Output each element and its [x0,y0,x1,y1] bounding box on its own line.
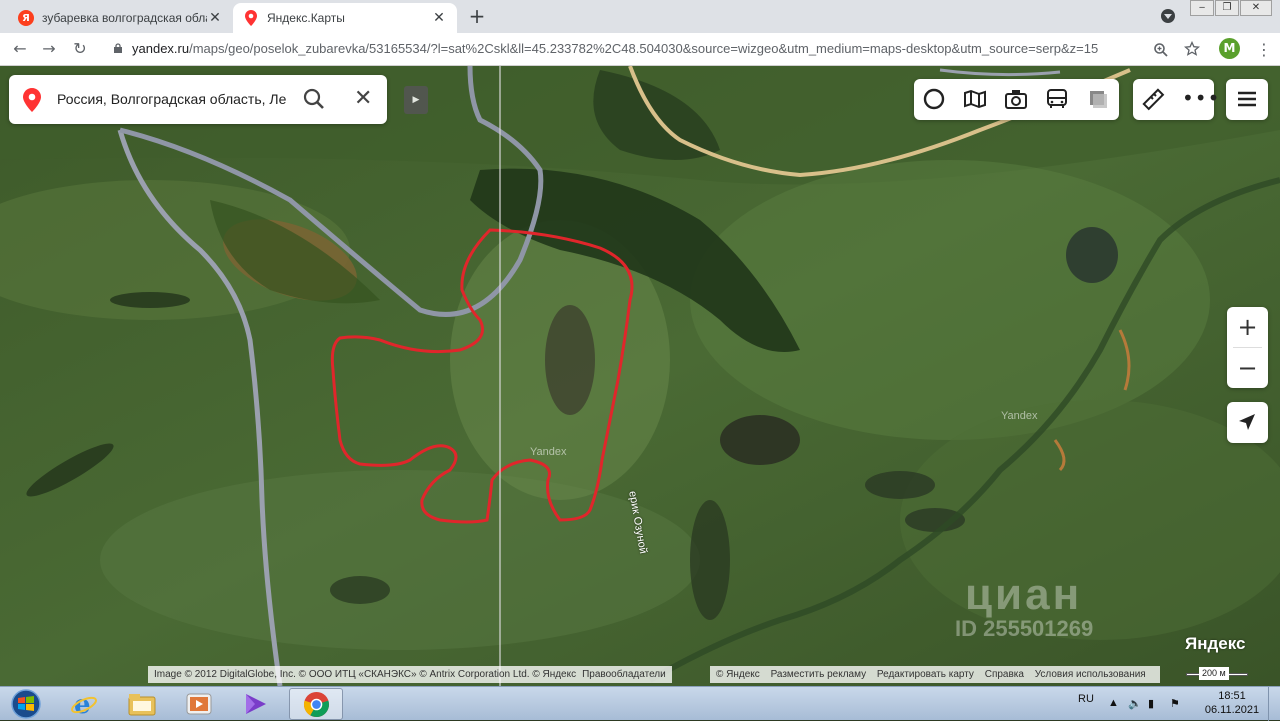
taskbar-chrome[interactable] [289,688,343,720]
windows-taskbar: e RU ▲ 🔈 ▮ ⚑ 18:51 06.11.2021 [0,686,1280,721]
map-layer-circle-icon[interactable] [922,87,946,111]
search-input[interactable]: Россия, Волгоградская область, Ле [57,91,289,107]
main-menu[interactable] [1226,79,1268,120]
more-icon[interactable]: ••• [1182,86,1220,110]
clear-search-icon[interactable]: ✕ [354,87,372,111]
tab-title: зубаревка волгоградская облас [42,11,207,25]
forward-icon[interactable]: → [38,38,60,60]
volume-icon[interactable]: 🔈 [1128,697,1142,710]
taskbar-ie[interactable]: e [57,688,111,720]
window-controls: ‒ ❐ ✕ [1189,0,1272,18]
chrome-icon [303,691,330,718]
reload-icon[interactable]: ↻ [69,38,91,60]
address-bar[interactable]: yandex.ru/maps/geo/poselok_zubarevka/531… [132,41,1098,56]
zoom-in-button[interactable]: + [1227,307,1268,347]
ruler-icon[interactable] [1141,87,1165,111]
tray-expand-icon[interactable]: ▲ [1108,697,1119,709]
clock-date: 06.11.2021 [1204,704,1260,716]
map-watermark: Yandex [530,446,567,458]
panorama-map-icon[interactable] [963,87,987,111]
minimize-icon[interactable]: ‒ [1190,0,1214,16]
profile-avatar[interactable]: M [1219,38,1240,59]
tab-yandex-maps[interactable]: Яндекс.Карты ✕ [233,3,457,33]
clock[interactable]: 18:51 06.11.2021 [1202,689,1262,717]
map-search-box[interactable]: Россия, Волгоградская область, Ле ✕ [9,75,387,124]
restore-icon[interactable]: ❐ [1215,0,1239,16]
bookmark-star-icon[interactable] [1184,41,1200,57]
tab-search-dropdown-icon[interactable] [1161,9,1175,23]
clock-time: 18:51 [1218,690,1246,702]
back-icon[interactable]: ← [9,38,31,60]
map-watermark: Yandex [1001,410,1038,422]
taskbar-explorer[interactable] [115,688,169,720]
tab-search[interactable]: Я зубаревка волгоградская облас ✕ [8,3,233,33]
show-desktop-button[interactable] [1268,687,1280,721]
copyright-text: Image © 2012 DigitalGlobe, Inc. © ООО ИТ… [154,669,577,680]
tools-controls: ••• [1133,79,1219,120]
url-host: yandex.ru [132,41,190,56]
transport-bus-icon[interactable] [1045,87,1069,111]
tab-bar: Я зубаревка волгоградская облас ✕ Яндекс… [0,0,1280,33]
media-player-icon [186,693,212,715]
footer-terms-link[interactable]: Условия использования [1035,669,1146,680]
footer-advertise-link[interactable]: Разместить рекламу [771,669,867,680]
language-indicator[interactable]: RU [1078,693,1094,705]
internet-explorer-icon: e [71,691,97,717]
browser-menu-icon[interactable]: ⋮ [1256,40,1272,59]
cian-listing-id: ID 255501269 [955,616,1094,641]
zoom-out-button[interactable]: − [1227,348,1268,388]
layers-icon[interactable] [1086,87,1110,111]
close-tab-icon[interactable]: ✕ [207,10,223,26]
hamburger-menu-icon[interactable] [1235,87,1259,111]
zoom-page-icon[interactable] [1153,42,1169,58]
footer-help-link[interactable]: Справка [985,669,1024,680]
scale-label: 200 м [1199,667,1229,680]
location-pin-icon [23,88,41,112]
address-toolbar: ← → ↻ yandex.ru/maps/geo/poselok_zubarev… [0,33,1280,66]
footer-links: © Яндекс Разместить рекламу Редактироват… [710,666,1160,683]
map-scale: 200 м [1186,667,1248,681]
layer-controls [914,79,1119,120]
cian-logo-text: циан [965,570,1083,619]
url-path: /maps/geo/poselok_zubarevka/53165534/?l=… [189,41,1099,56]
windows-start-icon[interactable] [6,688,46,720]
footer-edit-map-link[interactable]: Редактировать карту [877,669,974,680]
footer-yandex[interactable]: © Яндекс [716,669,760,680]
cian-watermark: циан ID 255501269 [955,570,1093,642]
lock-icon[interactable] [113,43,123,53]
map-copyright: Image © 2012 DigitalGlobe, Inc. © ООО ИТ… [148,666,672,683]
yandex-favicon-icon: Я [18,10,34,26]
photo-camera-icon[interactable] [1004,87,1028,111]
network-icon[interactable]: ▮ [1148,697,1154,710]
taskbar-app-arrow[interactable] [229,688,283,720]
folder-icon [128,694,156,716]
purple-arrow-icon [246,694,266,714]
close-tab-icon[interactable]: ✕ [431,10,447,26]
rights-holders-link[interactable]: Правообладатели [582,669,666,680]
tab-title: Яндекс.Карты [267,11,345,25]
geolocation-button[interactable] [1227,402,1268,443]
yandex-logo[interactable]: Яндекс [1185,634,1245,654]
action-center-flag-icon[interactable]: ⚑ [1170,697,1180,710]
search-icon[interactable] [302,87,326,111]
zoom-controls: + − [1227,307,1268,388]
new-tab-button[interactable]: + [466,6,488,28]
taskbar-media-player[interactable] [172,688,226,720]
navigation-arrow-icon [1239,414,1255,430]
collapse-panel-button[interactable]: ▶ [404,86,428,114]
maps-pin-favicon-icon [243,10,259,26]
close-window-icon[interactable]: ✕ [1240,0,1272,16]
